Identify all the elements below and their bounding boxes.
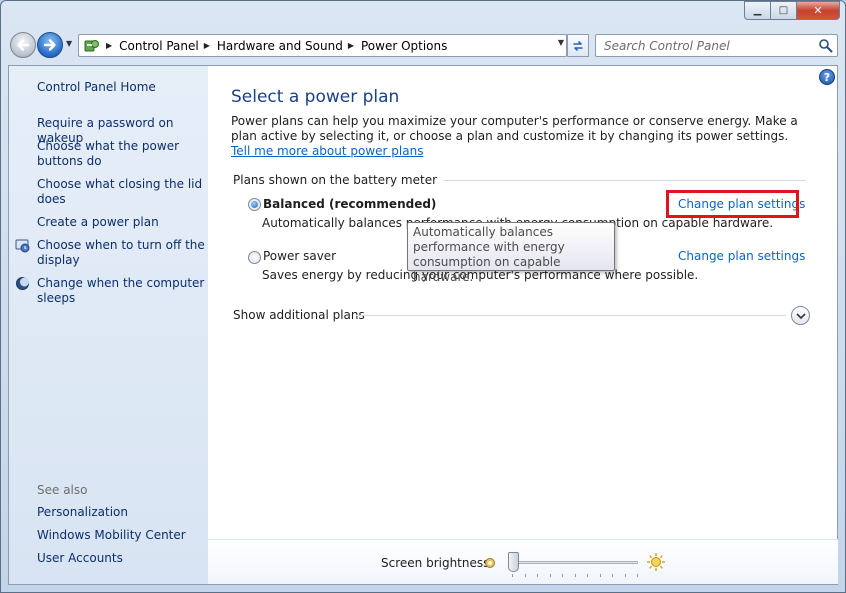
- main-panel: ? Select a power plan Power plans can he…: [208, 66, 838, 584]
- address-bar[interactable]: ▶ Control Panel ▶ Hardware and Sound ▶ P…: [78, 34, 567, 57]
- control-panel-icon: [83, 38, 101, 54]
- search-icon[interactable]: [818, 38, 833, 53]
- navigation-bar: ▼ ▶ Control Panel ▶ Hardware and Sound ▶…: [8, 30, 838, 60]
- breadcrumb-separator-icon: ▶: [203, 41, 210, 50]
- dim-sun-icon: [485, 558, 495, 568]
- breadcrumb-power-options[interactable]: Power Options: [361, 39, 447, 53]
- minimize-button[interactable]: ▁: [744, 1, 770, 20]
- highlight-annotation: [666, 190, 799, 218]
- sidebar-power-buttons[interactable]: Choose what the power buttons do: [37, 139, 207, 169]
- search-input[interactable]: [596, 35, 811, 56]
- forward-arrow-icon: [43, 39, 56, 51]
- sidebar-windows-mobility-center[interactable]: Windows Mobility Center: [37, 528, 207, 543]
- back-button[interactable]: [10, 32, 36, 58]
- tell-me-more-link[interactable]: Tell me more about power plans: [231, 144, 423, 158]
- power-saver-plan-name[interactable]: Power saver: [263, 249, 336, 263]
- forward-button[interactable]: [37, 32, 63, 58]
- sidebar-computer-sleeps[interactable]: Change when the computer sleeps: [37, 276, 207, 306]
- page-title: Select a power plan: [231, 87, 400, 107]
- sidebar-closing-lid[interactable]: Choose what closing the lid does: [37, 177, 207, 207]
- display-off-icon: [15, 239, 30, 253]
- sidebar-turn-off-display[interactable]: Choose when to turn off the display: [37, 238, 207, 268]
- see-also-heading: See also: [37, 483, 88, 497]
- content-area: Control Panel Home Require a password on…: [8, 65, 838, 585]
- breadcrumb-separator-icon: ▶: [106, 41, 113, 50]
- close-button[interactable]: ✕: [796, 1, 840, 20]
- address-history-dropdown[interactable]: ▼: [558, 38, 564, 47]
- sleep-moon-icon: [16, 277, 29, 290]
- plan-description-tooltip: Automatically balances performance with …: [407, 222, 615, 284]
- breadcrumb-hardware-and-sound[interactable]: Hardware and Sound: [217, 39, 343, 53]
- expand-chevron-down-icon[interactable]: [791, 306, 810, 325]
- screen-brightness-label: Screen brightness:: [381, 556, 494, 570]
- breadcrumb-control-panel[interactable]: Control Panel: [119, 39, 199, 53]
- power-saver-change-plan-settings-link[interactable]: Change plan settings: [678, 249, 805, 263]
- brightness-slider-ticks: [512, 574, 638, 577]
- sidebar: Control Panel Home Require a password on…: [9, 66, 208, 584]
- sidebar-control-panel-home[interactable]: Control Panel Home: [37, 80, 207, 95]
- sidebar-personalization[interactable]: Personalization: [37, 505, 207, 520]
- brightness-slider-thumb[interactable]: [508, 552, 519, 572]
- bright-sun-icon: [647, 553, 665, 571]
- plans-group-label: Plans shown on the battery meter: [233, 173, 444, 187]
- sidebar-user-accounts[interactable]: User Accounts: [37, 551, 207, 566]
- intro-paragraph: Power plans can help you maximize your c…: [231, 114, 798, 143]
- balanced-plan-name[interactable]: Balanced (recommended): [263, 197, 436, 211]
- balanced-plan-radio[interactable]: [248, 198, 261, 211]
- refresh-icon: [573, 40, 583, 51]
- additional-plans-divider: [356, 315, 786, 316]
- window-caption-buttons: ▁ □ ✕: [744, 1, 840, 20]
- sidebar-create-power-plan[interactable]: Create a power plan: [37, 215, 207, 230]
- power-saver-radio[interactable]: [248, 251, 261, 264]
- intro-text: Power plans can help you maximize your c…: [231, 114, 811, 159]
- back-arrow-icon: [17, 39, 30, 51]
- show-additional-plans-label[interactable]: Show additional plans: [233, 308, 365, 322]
- brightness-slider-track[interactable]: [508, 561, 638, 564]
- refresh-button[interactable]: [567, 34, 589, 57]
- recent-pages-dropdown[interactable]: ▼: [66, 39, 72, 48]
- breadcrumb-separator-icon: ▶: [347, 41, 354, 50]
- brightness-bar: Screen brightness:: [208, 539, 838, 584]
- maximize-button[interactable]: □: [770, 1, 796, 20]
- help-icon[interactable]: ?: [819, 69, 835, 85]
- search-box[interactable]: [595, 34, 838, 57]
